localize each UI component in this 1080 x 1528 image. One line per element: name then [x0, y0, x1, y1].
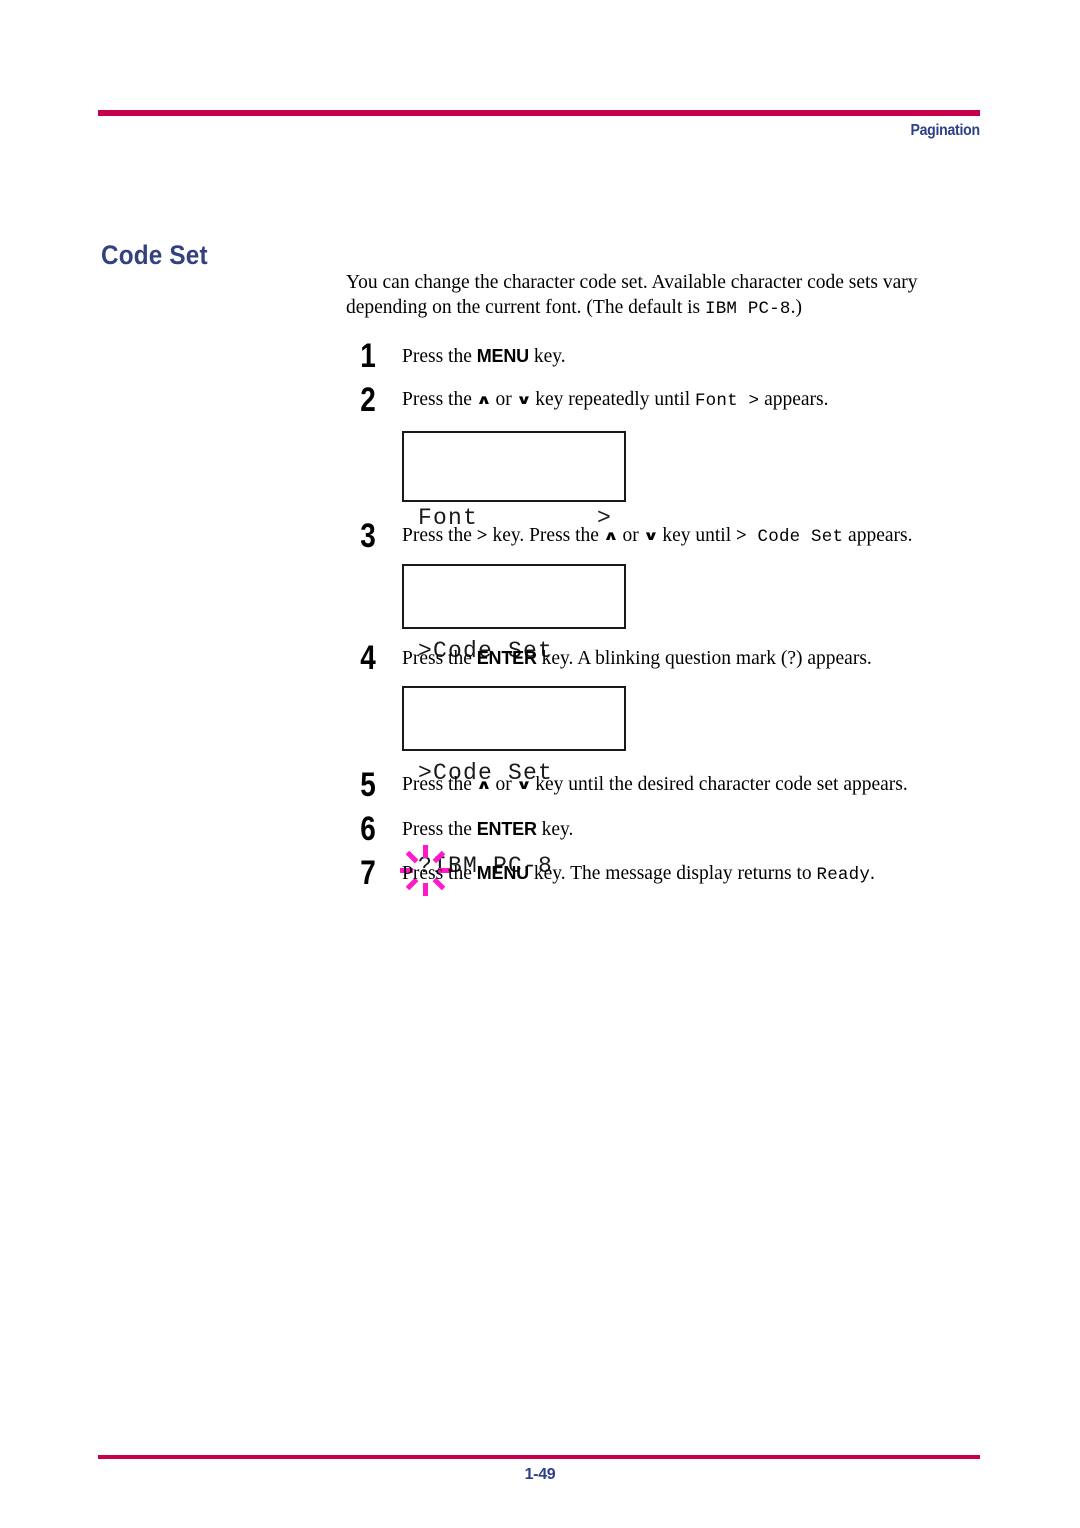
step-text-pre: Press the	[402, 525, 477, 546]
step-text-mid2: or	[617, 525, 644, 546]
step-text-tail: appears.	[843, 525, 913, 546]
lcd-literal-font: Font >	[694, 391, 760, 411]
step-3: 3 Press the > key. Press the ∧ or ∨ key …	[346, 519, 986, 553]
step-7: 7 Press the MENU key. The message displa…	[346, 856, 986, 898]
step-number: 3	[360, 517, 376, 555]
step-text-tail: .	[870, 863, 875, 884]
step-text-pre: Press the	[402, 774, 477, 795]
step-text: Press the ∧ or ∨ key until the desired c…	[402, 768, 986, 797]
document-page: Pagination Code Set You can change the c…	[0, 0, 1080, 1528]
header-section-label: Pagination	[910, 122, 981, 139]
lcd-display-code-set-blinking: >Code Set ? IBM PC-8	[400, 686, 626, 896]
step-text-pre: Press the	[402, 819, 477, 840]
step-number: 6	[360, 810, 376, 848]
step-2: 2 Press the ∧ or ∨ key repeatedly until …	[346, 383, 986, 423]
step-5: 5 Press the ∧ or ∨ key until the desired…	[346, 768, 986, 810]
key-label-enter: ENTER	[476, 648, 537, 668]
step-number: 7	[360, 854, 376, 892]
content-column: You can change the character code set. A…	[346, 270, 986, 898]
key-label-menu: MENU	[476, 346, 529, 366]
footer-rule	[98, 1455, 980, 1459]
key-label-menu: MENU	[476, 863, 529, 883]
step-6: 6 Press the ENTER key.	[346, 812, 986, 854]
step-text: Press the ENTER key. A blinking question…	[402, 641, 986, 671]
arrow-up-icon: ∧	[475, 392, 492, 408]
arrow-down-icon: ∨	[515, 777, 532, 793]
step-text-post: key.	[528, 346, 566, 367]
step-text-post: key. A blinking question mark (?) appear…	[536, 648, 872, 669]
lcd-display-font: Font >	[402, 431, 626, 531]
intro-text-part1: You can change the character code set. A…	[346, 272, 918, 318]
step-text-mid: or	[490, 774, 517, 795]
step-text-pre: Press the	[402, 389, 477, 410]
step-text: Press the MENU key.	[402, 339, 986, 369]
step-number: 5	[360, 766, 376, 804]
arrow-up-icon: ∧	[602, 528, 619, 544]
step-number: 4	[360, 639, 376, 677]
step-text: Press the MENU key. The message display …	[402, 856, 986, 887]
page-title: Code Set	[101, 240, 208, 271]
lcd-display-code-set: >Code Set IBM PC-8	[402, 564, 626, 757]
arrow-down-icon: ∨	[642, 528, 659, 544]
step-4: 4 Press the ENTER key. A blinking questi…	[346, 641, 986, 675]
lcd-literal-code-set: Code Set	[746, 527, 844, 547]
step-text-post: key repeatedly until	[530, 389, 695, 410]
step-1: 1 Press the MENU key.	[346, 339, 986, 379]
step-text-mid1: key. Press the	[487, 525, 604, 546]
step-text: Press the > key. Press the ∧ or ∨ key un…	[402, 519, 986, 549]
step-text: Press the ∧ or ∨ key repeatedly until Fo…	[402, 383, 986, 413]
step-number: 2	[360, 381, 376, 419]
intro-text-part2: .)	[790, 297, 803, 318]
step-text-post: key.	[536, 819, 574, 840]
step-text-post: key. The message display returns to	[528, 863, 817, 884]
step-text-tail: appears.	[759, 389, 829, 410]
right-arrow-key-icon: >	[476, 525, 488, 546]
step-text-pre: Press the	[402, 648, 477, 669]
step-text-mid: or	[490, 389, 517, 410]
arrow-up-icon: ∧	[475, 777, 492, 793]
step-text-post: key until the desired character code set…	[530, 774, 908, 795]
step-text-pre: Press the	[402, 346, 477, 367]
page-number: 1-49	[524, 1466, 556, 1483]
step-text: Press the ENTER key.	[402, 812, 986, 842]
lcd-literal-ready: Ready	[816, 865, 871, 885]
header-rule	[98, 110, 980, 116]
arrow-down-icon: ∨	[515, 392, 532, 408]
step-number: 1	[360, 337, 376, 375]
step-text-mid3: key until	[657, 525, 737, 546]
key-label-enter: ENTER	[476, 819, 537, 839]
intro-paragraph: You can change the character code set. A…	[346, 270, 971, 322]
step-text-pre: Press the	[402, 863, 477, 884]
intro-default-value: IBM PC-8	[705, 299, 791, 319]
submenu-arrow-icon: >	[736, 525, 747, 546]
